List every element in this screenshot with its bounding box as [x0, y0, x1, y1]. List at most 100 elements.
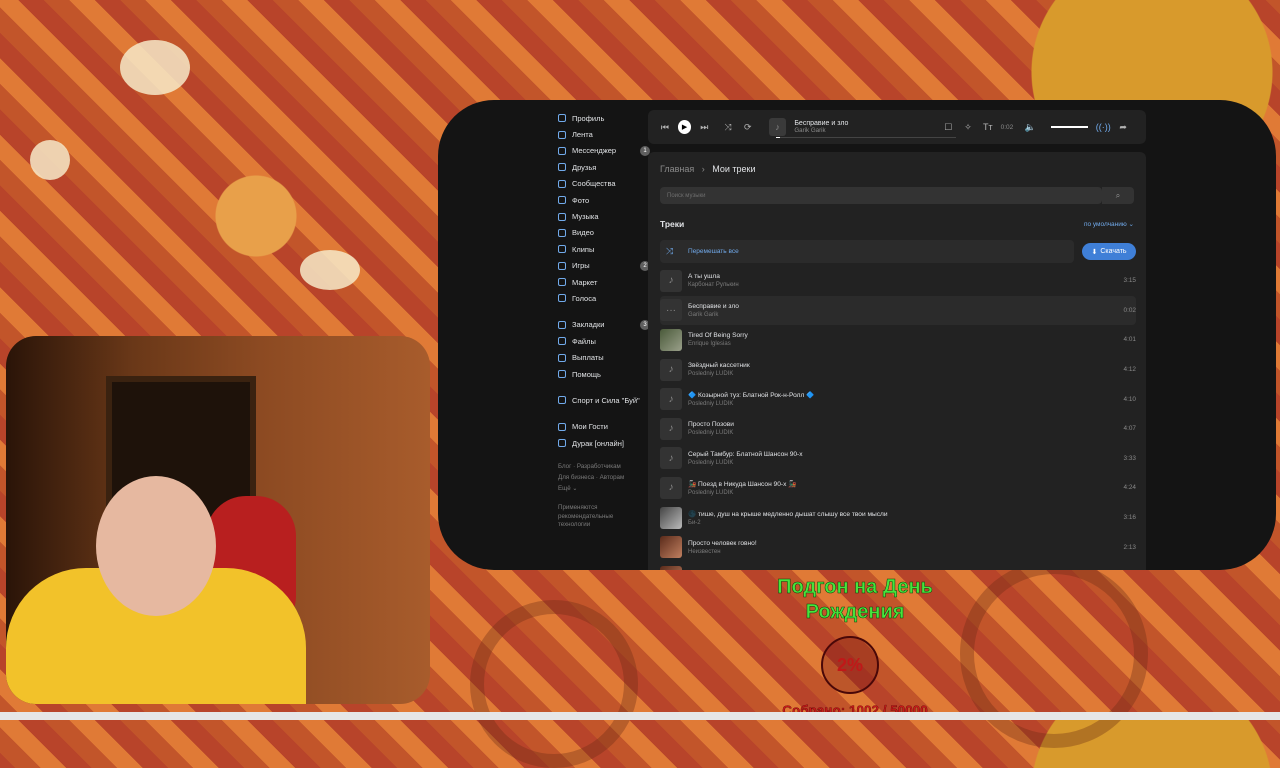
track-row[interactable]: ♪ 🚂 Поезд в Никуда Шансон 90-х 🚂 Posledniy…	[660, 473, 1136, 503]
sidebar-item[interactable]: Выплаты	[558, 349, 648, 365]
track-title[interactable]: 🔷 Козырной туз: Блатной Рок-н-Ролл 🔷	[688, 391, 1116, 399]
sidebar-item-app-guests[interactable]: Мои Гости	[558, 419, 648, 435]
track-row[interactable]: ♪ Звёздный кассетник Posledniy LUDIK 4:12	[660, 355, 1136, 385]
sidebar-item[interactable]: Сообщества	[558, 176, 648, 192]
volume-icon[interactable]: 🔈	[1023, 120, 1037, 134]
sidebar-item-label: Видео	[572, 228, 594, 238]
track-title[interactable]: Бесправие и зло	[688, 303, 1116, 310]
track-title[interactable]: А ты ушла	[688, 273, 1116, 280]
track-artist[interactable]: Posledniy LUDIK	[688, 490, 1116, 496]
sidebar-item[interactable]: Голоса	[558, 290, 648, 306]
sidebar-item[interactable]: Видео	[558, 225, 648, 241]
sidebar-item[interactable]: Маркет	[558, 274, 648, 290]
track-row[interactable]: ♪ Просто Позови Posledniy LUDIK 4:07	[660, 414, 1136, 444]
track-title[interactable]: Звёздный кассетник	[688, 362, 1116, 369]
track-cover[interactable]	[660, 328, 682, 351]
search-input[interactable]: Поиск музыки	[660, 187, 1102, 204]
track-cover[interactable]	[660, 565, 682, 570]
progress-bar[interactable]	[776, 136, 956, 138]
shuffle-all-button[interactable]: ⤨ Перемешать все	[660, 240, 1074, 263]
track-cover[interactable]: ♪	[660, 417, 682, 440]
sparkle-icon[interactable]: ✧	[961, 120, 975, 134]
track-row[interactable]: ··· Бесправие и зло Garik Garik 0:02	[660, 295, 1136, 326]
track-title[interactable]: Просто Позови	[688, 421, 1116, 428]
footer-recommendation-2[interactable]: рекомендательные	[558, 513, 648, 522]
payments-icon	[558, 353, 566, 362]
track-artist[interactable]: Неизвестен	[688, 549, 1116, 555]
track-duration: 2:13	[1123, 543, 1136, 551]
lyrics-icon[interactable]: Tт	[981, 120, 995, 134]
track-row[interactable]: ♪ Серый Тамбур: Блатной Шансон 90-х Posled…	[660, 444, 1136, 474]
footer-links-1[interactable]: Блог · Разработчикам	[558, 461, 648, 472]
download-button[interactable]: ⬇ Скачать	[1082, 243, 1136, 260]
sidebar-item[interactable]: Игры 2	[558, 258, 650, 274]
section-title: Треки	[660, 219, 685, 229]
sidebar-item-app-durak[interactable]: Дурак [онлайн]	[558, 435, 648, 451]
sidebar-item[interactable]: Профиль	[558, 110, 648, 126]
track-artist[interactable]: Posledniy LUDIK	[688, 430, 1116, 436]
sidebar-item[interactable]: Файлы	[558, 333, 648, 349]
profile-icon	[558, 114, 566, 123]
track-row[interactable]: ♪ А ты ушла Карбонат Рулькин 3:15	[660, 266, 1136, 296]
play-icon[interactable]: ▶	[677, 120, 692, 134]
track-artist[interactable]: Enrique Iglesias	[688, 341, 1116, 347]
track-row[interactable]: Я не буду ждать тебя [Я не стану ждать н…	[660, 562, 1136, 570]
breadcrumb-home[interactable]: Главная	[660, 164, 694, 174]
footer-recommendation-3[interactable]: технологии	[558, 521, 648, 530]
audio-player: ⏮ ▶ ⏭ ⤨ ⟳ ♪ Бесправие и зло Garik Garik …	[648, 110, 1146, 144]
sidebar-item[interactable]: Музыка	[558, 208, 648, 224]
track-cover[interactable]: ♪	[660, 388, 682, 411]
track-artist[interactable]: Posledniy LUDIK	[688, 401, 1116, 407]
track-cover[interactable]: ♪	[660, 447, 682, 470]
radio-icon[interactable]: ((·))	[1096, 120, 1111, 134]
track-title[interactable]: 🌑 тише, душ на крыше медленно дышат слыш…	[688, 510, 1116, 518]
next-icon[interactable]: ⏭	[697, 120, 711, 134]
footer-more-link[interactable]: Ещё ⌄	[558, 483, 648, 494]
track-info: Tired Of Being Sorry Enrique Iglesias	[688, 332, 1116, 347]
sort-dropdown[interactable]: по умолчанию ⌄	[1084, 220, 1134, 228]
sidebar-item[interactable]: Лента	[558, 126, 648, 142]
share-icon[interactable]: ➦	[1116, 120, 1130, 134]
search-icon[interactable]: ⌕	[1102, 187, 1134, 204]
track-cover[interactable]: ♪	[660, 358, 682, 381]
track-row[interactable]: ♪ 🔷 Козырной туз: Блатной Рок-н-Ролл 🔷 Pos…	[660, 384, 1136, 414]
broadcast-icon[interactable]: ☐	[941, 120, 955, 134]
footer-recommendation-1[interactable]: Применяются	[558, 504, 648, 513]
sidebar-item[interactable]: Клипы	[558, 241, 648, 257]
track-title[interactable]: Серый Тамбур: Блатной Шансон 90-х	[688, 451, 1116, 458]
track-duration: 4:07	[1123, 425, 1136, 433]
sidebar-item[interactable]: Закладки 3	[558, 317, 650, 333]
volume-slider[interactable]	[1051, 126, 1089, 128]
community-icon	[558, 396, 566, 405]
sidebar-item-community[interactable]: Спорт и Сила "Буй"	[558, 392, 648, 408]
sidebar-item[interactable]: Помощь	[558, 366, 648, 382]
track-info: 🌑 тише, душ на крыше медленно дышат слыш…	[688, 510, 1116, 526]
track-artist[interactable]: Posledniy LUDIK	[688, 460, 1116, 466]
track-cover[interactable]: ♪	[660, 476, 682, 499]
track-artist[interactable]: Би-2	[688, 520, 1116, 526]
track-cover[interactable]	[660, 506, 682, 529]
track-cover[interactable]: ♪	[660, 269, 682, 292]
prev-icon[interactable]: ⏮	[658, 120, 672, 134]
track-cover[interactable]	[660, 536, 682, 559]
now-playing-artist[interactable]: Garik Garik	[794, 127, 941, 134]
track-info: А ты ушла Карбонат Рулькин	[688, 273, 1116, 288]
now-playing: Бесправие и зло Garik Garik	[794, 120, 941, 134]
track-artist[interactable]: Карбонат Рулькин	[688, 282, 1116, 288]
track-row[interactable]: Просто человек говно! Неизвестен 2:13	[660, 532, 1136, 562]
more-icon[interactable]: ···	[660, 299, 682, 322]
sidebar-item[interactable]: Друзья	[558, 159, 648, 175]
track-title[interactable]: 🚂 Поезд в Никуда Шансон 90-х 🚂	[688, 480, 1116, 488]
track-title[interactable]: Tired Of Being Sorry	[688, 332, 1116, 339]
track-info: 🚂 Поезд в Никуда Шансон 90-х 🚂 Posledniy …	[688, 480, 1116, 496]
repeat-icon[interactable]: ⟳	[741, 120, 755, 134]
track-artist[interactable]: Garik Garik	[688, 312, 1116, 318]
track-title[interactable]: Просто человек говно!	[688, 540, 1116, 547]
track-row[interactable]: 🌑 тише, душ на крыше медленно дышат слыш…	[660, 503, 1136, 533]
sidebar-item[interactable]: Фото	[558, 192, 648, 208]
footer-links-2[interactable]: Для бизнеса · Авторам	[558, 472, 648, 483]
track-row[interactable]: Tired Of Being Sorry Enrique Iglesias 4:01	[660, 325, 1136, 355]
sidebar-item[interactable]: Мессенджер 1	[558, 143, 650, 159]
shuffle-icon[interactable]: ⤨	[721, 120, 735, 134]
track-artist[interactable]: Posledniy LUDIK	[688, 371, 1116, 377]
